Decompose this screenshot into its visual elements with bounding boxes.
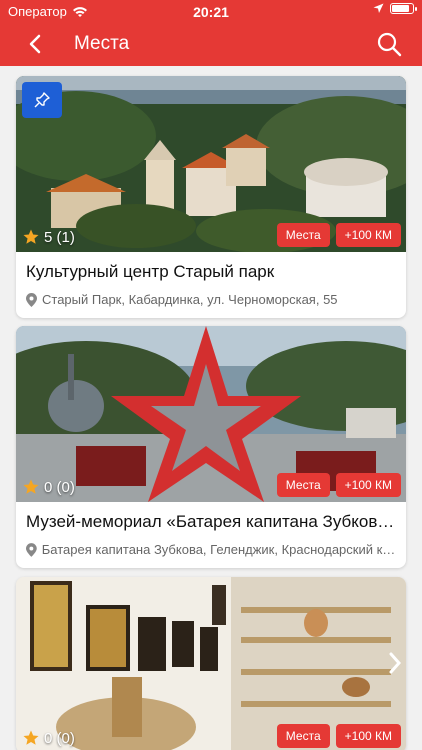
rating-value: 5 (1)	[44, 228, 75, 246]
battery-icon	[390, 3, 417, 14]
status-bar: Оператор 20:21	[0, 0, 422, 22]
star-icon	[23, 229, 39, 244]
pin-badge[interactable]	[22, 82, 62, 118]
card-body: Музей-мемориал «Батарея капитана Зубкова…	[16, 502, 406, 568]
tags: Места +100 КМ	[276, 223, 401, 247]
status-right	[373, 3, 417, 14]
distance-tag[interactable]: +100 КМ	[335, 724, 401, 748]
place-address: Батарея капитана Зубкова, Геленджик, Кра…	[26, 542, 396, 557]
place-name: Музей-мемориал «Батарея капитана Зубкова…	[26, 512, 396, 531]
pin-icon	[34, 92, 50, 108]
chevron-right-icon[interactable]	[388, 651, 402, 675]
star-icon	[23, 730, 39, 745]
location-arrow-icon	[373, 3, 384, 13]
rating: 0 (0)	[22, 478, 75, 496]
page-title: Места	[74, 33, 130, 54]
category-tag[interactable]: Места	[276, 223, 330, 247]
rating-value: 0 (0)	[44, 478, 75, 496]
rating: 5 (1)	[22, 228, 75, 246]
distance-tag[interactable]: +100 КМ	[335, 473, 401, 497]
tags: Места +100 КМ	[276, 473, 401, 497]
place-image: 0 (0) Места +100 КМ	[16, 577, 406, 750]
rating: 0 (0)	[22, 729, 75, 747]
place-image: 5 (1) Места +100 КМ	[16, 76, 406, 252]
place-image: 0 (0) Места +100 КМ	[16, 326, 406, 502]
category-tag[interactable]: Места	[276, 473, 330, 497]
place-address-text: Батарея капитана Зубкова, Геленджик, Кра…	[41, 542, 396, 557]
top-bar: Оператор 20:21 Места	[0, 0, 422, 66]
search-icon[interactable]	[376, 31, 402, 57]
nav-bar: Места	[0, 22, 422, 66]
place-card[interactable]: 0 (0) Места +100 КМ	[16, 577, 406, 750]
distance-tag[interactable]: +100 КМ	[335, 223, 401, 247]
place-card[interactable]: 5 (1) Места +100 КМ Культурный центр Ста…	[16, 76, 406, 318]
place-name: Культурный центр Старый парк	[26, 262, 275, 281]
back-button[interactable]	[24, 32, 48, 56]
map-marker-icon	[26, 542, 37, 557]
tags: Места +100 КМ	[276, 724, 401, 748]
category-tag[interactable]: Места	[276, 724, 330, 748]
map-marker-icon	[26, 292, 37, 307]
rating-value: 0 (0)	[44, 729, 75, 747]
card-body: Культурный центр Старый парк Старый Парк…	[16, 252, 406, 318]
star-icon	[23, 479, 39, 494]
place-address-text: Старый Парк, Кабардинка, ул. Черноморска…	[42, 292, 338, 307]
status-time: 20:21	[193, 4, 229, 20]
place-address: Старый Парк, Кабардинка, ул. Черноморска…	[26, 292, 396, 307]
place-card[interactable]: 0 (0) Места +100 КМ Музей-мемориал «Бата…	[16, 326, 406, 568]
